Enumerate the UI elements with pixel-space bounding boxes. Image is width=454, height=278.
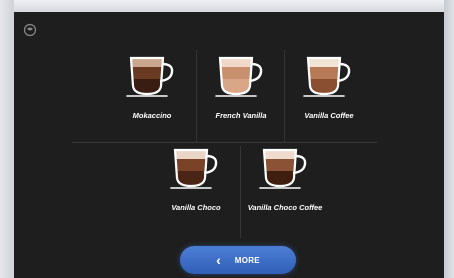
drink-tile-vanilla-choco[interactable]: Vanilla Choco bbox=[152, 144, 240, 244]
touch-screen: Mokaccino French Vanilla Vanilla Coffee … bbox=[14, 12, 444, 278]
drink-label: Vanilla Choco bbox=[171, 203, 221, 212]
coffee-cup-icon bbox=[300, 52, 358, 103]
drink-tile-french-vanilla[interactable]: French Vanilla bbox=[197, 52, 285, 152]
brand-logo-icon bbox=[23, 23, 37, 37]
drink-tile-mokaccino[interactable]: Mokaccino bbox=[108, 52, 196, 152]
coffee-cup-icon bbox=[256, 144, 314, 195]
drink-label: Vanilla Choco Coffee bbox=[247, 203, 323, 212]
coffee-cup-icon bbox=[123, 52, 181, 103]
more-button[interactable]: ‹ MORE bbox=[180, 246, 296, 274]
more-button-label: MORE bbox=[234, 255, 260, 265]
device-bezel-left bbox=[0, 0, 14, 278]
drink-tile-vanilla-coffee[interactable]: Vanilla Coffee bbox=[285, 52, 373, 152]
coffee-cup-icon bbox=[212, 52, 270, 103]
device-bezel-right bbox=[444, 0, 454, 278]
drink-label: French Vanilla bbox=[215, 111, 267, 120]
chevron-left-icon: ‹ bbox=[216, 252, 221, 268]
device-bezel-top bbox=[0, 0, 454, 12]
coffee-cup-icon bbox=[167, 144, 225, 195]
drink-label: Mokaccino bbox=[132, 111, 172, 120]
drink-label: Vanilla Coffee bbox=[304, 111, 354, 120]
drink-tile-vanilla-choco-coffee[interactable]: Vanilla Choco Coffee bbox=[241, 144, 329, 244]
